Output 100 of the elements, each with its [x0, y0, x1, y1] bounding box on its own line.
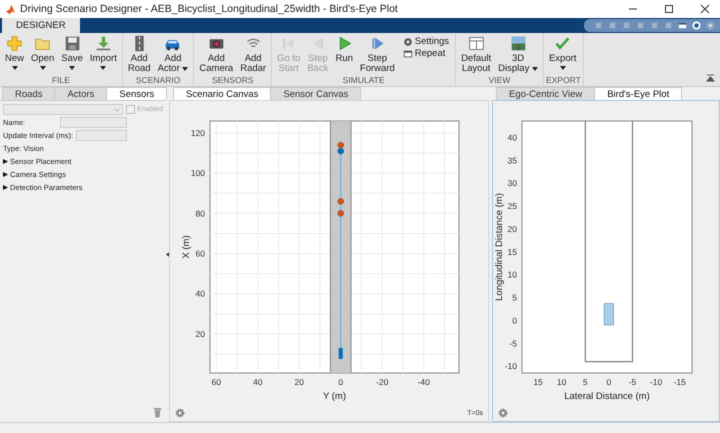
tick-label: 0 — [338, 377, 344, 387]
collapse-ribbon-icon[interactable] — [706, 74, 715, 83]
tick-label: 5 — [512, 292, 517, 303]
gear-icon[interactable] — [175, 408, 185, 418]
tick-label: -10 — [650, 377, 662, 387]
tick-label: 10 — [508, 270, 517, 280]
caret-icon — [40, 66, 46, 70]
toolbar-button[interactable]: Add Road — [124, 33, 154, 75]
toolbar-button[interactable]: Open — [28, 33, 58, 75]
caret-icon — [182, 67, 188, 71]
caret-icon — [532, 67, 538, 71]
actor-marker — [338, 148, 344, 154]
waypoint-marker — [338, 142, 344, 148]
toolbar-button[interactable]: Add Radar — [237, 33, 270, 75]
group-label: SIMULATE — [342, 75, 386, 86]
toolbar-button[interactable]: New — [2, 33, 28, 75]
toolbar-button[interactable]: Export — [546, 33, 580, 75]
group-label: EXPORT — [546, 75, 581, 86]
tick-label: 60 — [212, 377, 221, 387]
canvas-tab[interactable]: Sensor Canvas — [270, 87, 362, 100]
toolbar-button[interactable]: Save — [58, 33, 86, 75]
dropdown-icon[interactable] — [706, 21, 715, 30]
axis-label: Longitudinal Distance (m) — [494, 193, 505, 301]
vehicle-marker — [604, 303, 614, 326]
app-logo-icon — [5, 4, 16, 14]
tick-label: 40 — [508, 132, 517, 142]
tick-label: -5 — [628, 377, 636, 387]
caret-icon — [69, 66, 76, 70]
tick-label: 20 — [508, 224, 517, 234]
tick-label: 60 — [196, 248, 205, 259]
tick-label: 25 — [508, 201, 517, 212]
toolbar-button[interactable]: 3D Display — [495, 33, 541, 75]
tick-label: -15 — [674, 377, 686, 387]
tick-label: 15 — [508, 246, 517, 257]
tick-label: 10 — [556, 377, 566, 387]
road-view-icon — [510, 35, 527, 52]
tick-label: 35 — [508, 155, 517, 166]
vehicle-marker — [338, 348, 343, 359]
caret-icon — [12, 66, 18, 70]
toolbar-button[interactable]: Add Actor — [154, 33, 192, 75]
view-tab[interactable]: Ego-Centric View — [496, 87, 596, 100]
help-icon[interactable] — [692, 21, 701, 30]
window-title: Driving Scenario Designer - AEB_Bicyclist_Longitudinal_25width - Bird's-Eye Plot — [20, 3, 398, 15]
toolbar-button[interactable]: Run — [332, 33, 356, 75]
maximize-icon[interactable] — [664, 4, 674, 14]
input-field[interactable] — [60, 117, 127, 128]
tick-label: -5 — [509, 338, 517, 348]
tick-label: 120 — [190, 128, 205, 138]
tick-label: -40 — [418, 377, 430, 387]
window-icon[interactable] — [678, 21, 687, 30]
tick-label: 40 — [196, 288, 205, 299]
panel-tab[interactable]: Roads — [2, 87, 56, 100]
close-icon[interactable] — [700, 4, 710, 14]
checkmark-icon — [554, 35, 572, 52]
checkbox-icon — [402, 48, 413, 58]
tick-label: 0 — [512, 315, 517, 326]
expand-arrow-icon — [3, 159, 8, 164]
tick-label: -10 — [504, 361, 517, 372]
group-label: FILE — [50, 75, 71, 86]
gear-icon[interactable] — [498, 408, 508, 418]
group-label: VIEW — [488, 75, 512, 86]
axis-label: Lateral Distance (m) — [564, 391, 650, 402]
waypoint-marker — [338, 210, 344, 217]
tick-label: 100 — [190, 168, 205, 178]
caret-icon — [100, 66, 106, 70]
trash-icon[interactable] — [153, 407, 162, 418]
group-label: SENSORS — [210, 75, 255, 86]
toolbar-button[interactable]: Import — [86, 33, 120, 75]
tick-label: 40 — [253, 377, 262, 387]
tick-label: 20 — [196, 328, 205, 339]
tick-label: 15 — [533, 377, 543, 387]
plus-icon — [6, 35, 23, 52]
group-label: SCENARIO — [134, 75, 182, 86]
caret-icon — [560, 66, 566, 70]
panel-tab[interactable]: Sensors — [106, 87, 168, 100]
view-tab[interactable]: Bird's-Eye Plot — [594, 87, 682, 100]
layout-icon — [468, 35, 485, 52]
input-field[interactable] — [76, 130, 127, 141]
tick-label: 80 — [196, 208, 205, 218]
expand-arrow-icon — [3, 172, 8, 177]
panel-tab[interactable]: Actors — [54, 87, 108, 100]
waypoint-marker — [338, 198, 344, 205]
canvas-tab[interactable]: Scenario Canvas — [173, 87, 272, 100]
tick-label: -20 — [376, 377, 388, 387]
download-icon — [94, 35, 112, 52]
settings-button[interactable]: Settings — [402, 36, 450, 47]
chevron-down-icon — [114, 108, 120, 112]
tick-label: 30 — [508, 178, 517, 188]
toolbar-button[interactable]: Step Forward — [356, 33, 398, 75]
axis-label: X (m) — [181, 235, 192, 259]
ribbon-tab[interactable]: DESIGNER — [2, 18, 80, 33]
gear-icon — [402, 36, 413, 46]
axis-label: Y (m) — [322, 391, 346, 402]
splitter-arrow-icon[interactable] — [166, 252, 169, 257]
toolbar-button[interactable]: Default Layout — [458, 33, 494, 75]
expand-arrow-icon — [3, 185, 8, 190]
repeat-toggle[interactable]: Repeat — [402, 48, 450, 59]
toolbar-button[interactable]: Add Camera — [196, 33, 236, 75]
tick-label: 5 — [582, 377, 588, 387]
tick-label: 20 — [294, 377, 304, 387]
